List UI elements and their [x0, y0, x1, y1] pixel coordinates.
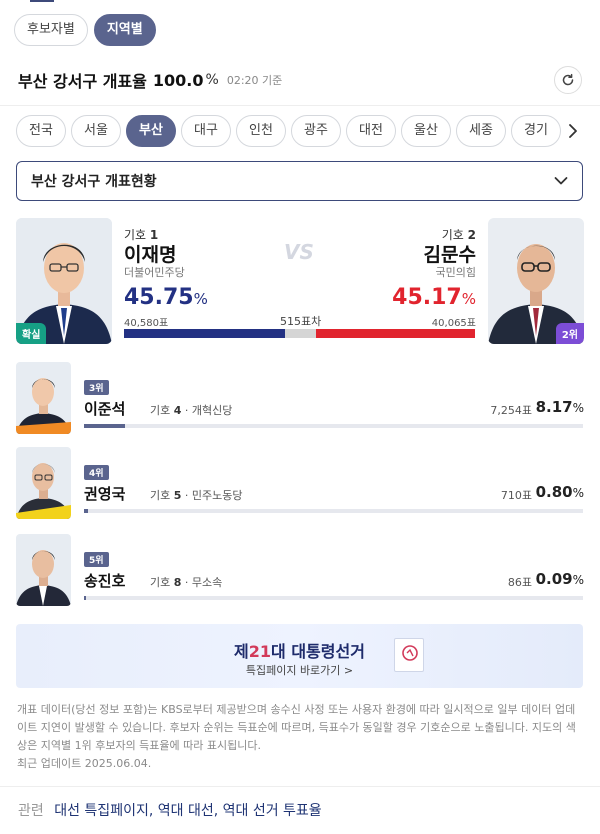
count-time: 02:20 기준 [226, 74, 283, 87]
view-tabs: 후보자별 지역별 [14, 14, 156, 46]
candidate-left-name[interactable]: 이재명 [124, 240, 176, 267]
candidate-name: 송진호 [84, 572, 126, 590]
last-update: 최근 업데이트 2025.06.04. [17, 757, 152, 770]
vs-label: VS [284, 240, 314, 264]
chevron-right-icon [569, 124, 577, 138]
candidate-pct: 0.80% [535, 483, 584, 501]
candidate-right-party: 국민의힘 [435, 266, 476, 279]
vote-share-bar [84, 596, 583, 600]
vote-share-left [124, 329, 285, 338]
region-chips: 전국 서울 부산 대구 인천 광주 대전 울산 세종 경기 [16, 115, 584, 147]
candidate-meta: 기호 5 · 민주노동당 [150, 489, 243, 502]
candidate-name: 권영국 [84, 485, 126, 503]
region-chip[interactable]: 울산 [401, 115, 451, 147]
candidate-left-party: 더불어민주당 [124, 266, 185, 279]
region-chip[interactable]: 광주 [291, 115, 341, 147]
region-chip[interactable]: 세종 [456, 115, 506, 147]
region-chip[interactable]: 대구 [181, 115, 231, 147]
count-rate: 100.0 [152, 70, 204, 90]
rank-tag: 3위 [84, 380, 109, 395]
rank-badge: 2위 [555, 323, 584, 344]
candidate-votes: 710표 [500, 489, 532, 502]
count-rate-unit: % [205, 72, 219, 88]
vote-share-fill [84, 424, 125, 428]
candidate-row[interactable]: 3위 이준석 기호 4 · 개혁신당 7,254표 8.17% [16, 362, 584, 434]
chevron-down-icon [554, 177, 568, 185]
region-chip[interactable]: 전국 [16, 115, 66, 147]
related-links: 관련 대선 특집페이지, 역대 대선, 역대 선거 투표율 [18, 800, 322, 820]
candidate-photo-right[interactable]: 2위 [488, 218, 584, 344]
candidate-left-pct: 45.75% [124, 285, 208, 310]
candidate-right-name[interactable]: 김문수 [424, 240, 476, 267]
candidate-left-votes: 40,580표 [124, 318, 169, 329]
candidate-name: 이준석 [84, 400, 126, 418]
ballot-icon [394, 638, 424, 672]
candidate-row[interactable]: 5위 송진호 기호 8 · 무소속 86표 0.09% [16, 534, 584, 606]
candidate-photo-left[interactable]: 확실 [16, 218, 112, 344]
divider [0, 786, 600, 787]
region-chip[interactable]: 부산 [126, 115, 176, 147]
candidate-photo [16, 447, 71, 519]
tab-by-region[interactable]: 지역별 [93, 14, 156, 46]
candidate-pct: 8.17% [535, 398, 584, 416]
district-select-label: 부산 강서구 개표현황 [31, 174, 157, 190]
link-special-page[interactable]: 대선 특집페이지, [54, 803, 153, 819]
region-chip[interactable]: 대전 [346, 115, 396, 147]
banner-link[interactable]: 특집페이지 바로가기 > [16, 662, 583, 678]
candidate-photo [16, 362, 71, 434]
page-title: 부산 강서구 개표율 [18, 72, 147, 91]
region-chip[interactable]: 경기 [511, 115, 561, 147]
candidate-row[interactable]: 4위 권영국 기호 5 · 민주노동당 710표 0.80% [16, 447, 584, 519]
data-notice: 개표 데이터(당선 정보 포함)는 KBS로부터 제공받으며 송수신 사정 또는… [17, 701, 583, 773]
rank-tag: 4위 [84, 465, 109, 480]
vote-share-right [316, 329, 475, 338]
notice-text: 개표 데이터(당선 정보 포함)는 KBS로부터 제공받으며 송수신 사정 또는… [17, 703, 576, 752]
refresh-icon [562, 73, 574, 86]
candidate-meta: 기호 8 · 무소속 [150, 576, 223, 589]
banner-title: 제21대 대통령선거 [234, 642, 365, 661]
refresh-button[interactable] [554, 66, 582, 94]
tab-by-candidate[interactable]: 후보자별 [14, 14, 88, 46]
vote-share-bar [84, 424, 583, 428]
count-header: 부산 강서구 개표율 100.0 % 02:20 기준 [18, 64, 582, 96]
candidate-right-pct: 45.17% [392, 285, 476, 310]
rank-tag: 5위 [84, 552, 109, 567]
vote-share-bar [84, 509, 583, 513]
divider [0, 105, 600, 106]
region-chip[interactable]: 서울 [71, 115, 121, 147]
vote-gap: 515표차 [280, 315, 322, 328]
vote-share-bar [124, 329, 475, 338]
link-turnout[interactable]: 역대 선거 투표율 [223, 803, 322, 819]
candidate-pct: 0.09% [535, 570, 584, 588]
candidate-votes: 86표 [507, 576, 532, 589]
region-chip[interactable]: 인천 [236, 115, 286, 147]
vote-share-fill [84, 509, 88, 513]
link-past-elections[interactable]: 역대 대선, [158, 803, 218, 819]
vote-share-fill [84, 596, 86, 600]
status-badge: 확실 [16, 323, 47, 344]
candidate-photo [16, 534, 71, 606]
candidate-right-votes: 40,065표 [431, 318, 476, 329]
vote-share-gap [284, 329, 317, 338]
district-select[interactable]: 부산 강서구 개표현황 [16, 161, 583, 201]
election-special-banner[interactable]: 제21대 대통령선거 특집페이지 바로가기 > [16, 624, 583, 688]
candidate-votes: 7,254표 [490, 404, 532, 417]
active-tab-indicator [30, 0, 54, 2]
related-prefix: 관련 [18, 803, 44, 819]
region-scroll-next-button[interactable] [562, 115, 584, 147]
candidate-meta: 기호 4 · 개혁신당 [150, 404, 233, 417]
